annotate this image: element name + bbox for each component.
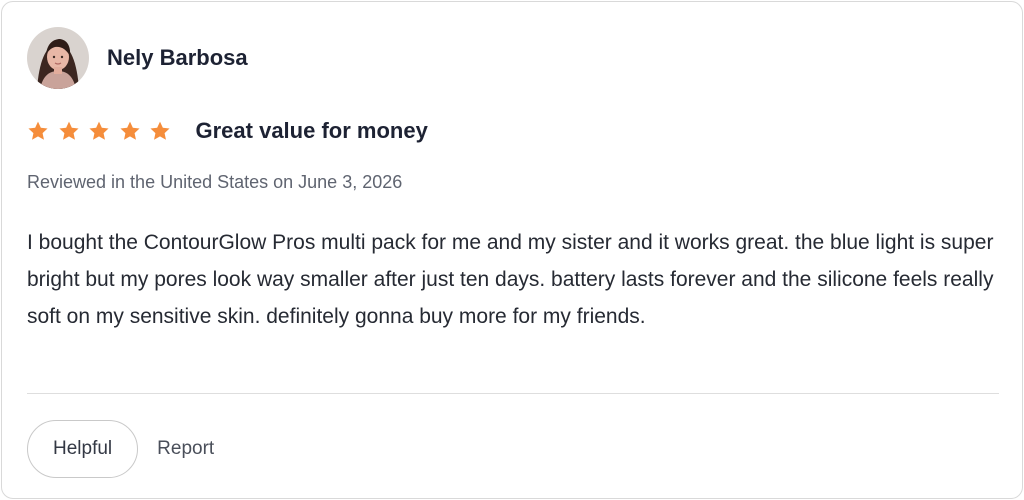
star-icon	[89, 121, 109, 140]
review-date: Reviewed in the United States on June 3,…	[27, 172, 403, 192]
star-icon	[119, 121, 140, 140]
divider	[27, 393, 999, 394]
star-icon	[58, 121, 79, 140]
reviewer-name: Nely Barbosa	[107, 45, 248, 70]
rating-row: Great value for money	[27, 116, 428, 146]
review-card: Nely Barbosa Great value for money Revie…	[1, 1, 1023, 499]
star-icon	[150, 121, 170, 140]
avatar	[27, 27, 89, 89]
avatar-image	[27, 27, 89, 89]
review-title: Great value for money	[195, 118, 428, 143]
review-actions: Helpful Report	[27, 420, 214, 478]
reviewer-header: Nely Barbosa	[27, 27, 248, 89]
star-rating	[27, 120, 180, 142]
review-body: I bought the ContourGlow Pros multi pack…	[27, 231, 994, 328]
star-icon	[28, 121, 48, 140]
helpful-button[interactable]: Helpful	[27, 420, 139, 478]
report-link[interactable]: Report	[157, 438, 214, 460]
